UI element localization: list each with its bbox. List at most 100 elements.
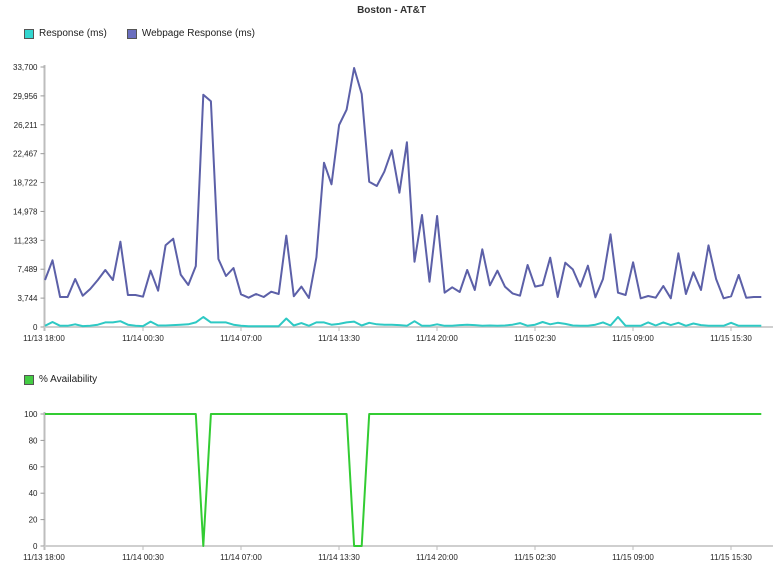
data-point xyxy=(142,413,145,416)
data-point xyxy=(360,93,363,96)
data-point xyxy=(217,321,220,324)
data-point xyxy=(669,297,672,300)
data-point xyxy=(609,324,612,327)
data-point xyxy=(119,413,122,416)
data-point xyxy=(534,323,537,326)
data-point xyxy=(632,261,635,264)
data-point xyxy=(81,294,84,297)
data-point xyxy=(745,296,748,299)
x-tick-label: 11/14 07:00 xyxy=(220,553,262,562)
data-point xyxy=(315,321,318,324)
data-point xyxy=(579,413,582,416)
data-point xyxy=(692,413,695,416)
data-point xyxy=(428,324,431,327)
data-point xyxy=(368,413,371,416)
x-tick-label: 11/13 18:00 xyxy=(23,553,65,562)
data-point xyxy=(194,265,197,268)
data-point xyxy=(639,297,642,300)
data-point xyxy=(172,324,175,327)
data-point xyxy=(752,413,755,416)
data-point xyxy=(164,413,167,416)
data-point xyxy=(398,413,401,416)
data-point xyxy=(338,124,341,127)
data-point xyxy=(134,324,137,327)
y-tick-label: 60 xyxy=(29,463,38,472)
data-point xyxy=(383,170,386,173)
data-point xyxy=(209,413,212,416)
data-point xyxy=(586,324,589,327)
data-point xyxy=(564,413,567,416)
data-point xyxy=(752,296,755,299)
x-tick-label: 11/15 09:00 xyxy=(612,553,654,562)
data-point xyxy=(126,413,129,416)
data-point xyxy=(654,413,657,416)
data-point xyxy=(405,413,408,416)
data-point xyxy=(549,256,552,259)
data-point xyxy=(51,321,54,324)
data-point xyxy=(134,294,137,297)
data-point xyxy=(669,413,672,416)
data-point xyxy=(715,413,718,416)
data-point xyxy=(602,278,605,281)
data-point xyxy=(111,279,114,282)
x-tick-label: 11/14 00:30 xyxy=(122,553,164,562)
data-point xyxy=(760,296,763,299)
data-point xyxy=(496,269,499,272)
data-point xyxy=(96,323,99,326)
data-point xyxy=(179,323,182,326)
data-point xyxy=(89,413,92,416)
data-point xyxy=(647,413,650,416)
data-point xyxy=(624,294,627,297)
data-point xyxy=(142,325,145,328)
data-point xyxy=(609,233,612,236)
data-point xyxy=(519,294,522,297)
y-tick-label: 3,744 xyxy=(17,294,38,303)
data-point xyxy=(300,285,303,288)
data-point xyxy=(526,264,529,267)
data-point xyxy=(564,322,567,325)
data-point xyxy=(134,413,137,416)
y-tick-label: 14,978 xyxy=(13,207,38,216)
data-point xyxy=(692,322,695,325)
data-point xyxy=(405,141,408,144)
data-point xyxy=(277,325,280,328)
data-point xyxy=(594,323,597,326)
data-point xyxy=(503,413,506,416)
data-point xyxy=(647,321,650,324)
data-point xyxy=(315,256,318,259)
data-point xyxy=(323,321,326,324)
data-point xyxy=(345,108,348,111)
data-point xyxy=(247,296,250,299)
data-point xyxy=(602,413,605,416)
data-point xyxy=(594,296,597,299)
response-chart: 0 3,744 7,489 11,233 14,978 18,722 22,467 26,21… xyxy=(13,63,773,343)
data-point xyxy=(149,320,152,323)
data-point xyxy=(722,324,725,327)
data-point xyxy=(126,323,129,326)
x-tick-label: 11/14 20:00 xyxy=(416,334,458,343)
data-point xyxy=(179,413,182,416)
data-point xyxy=(541,284,544,287)
data-point xyxy=(74,278,77,281)
data-point xyxy=(225,321,228,324)
data-point xyxy=(534,413,537,416)
data-point xyxy=(383,323,386,326)
x-tick-label: 11/14 00:30 xyxy=(122,334,164,343)
data-point xyxy=(51,259,54,262)
data-point xyxy=(737,274,740,277)
x-tick-label: 11/15 02:30 xyxy=(514,334,556,343)
data-point xyxy=(323,161,326,164)
data-point xyxy=(526,324,529,327)
y-tick-label: 33,700 xyxy=(13,63,38,72)
data-point xyxy=(488,324,491,327)
data-point xyxy=(511,292,514,295)
data-point xyxy=(217,413,220,416)
data-point xyxy=(194,413,197,416)
data-point xyxy=(330,323,333,326)
data-point xyxy=(624,413,627,416)
data-point xyxy=(549,323,552,326)
y-tick-label: 100 xyxy=(24,410,38,419)
data-point xyxy=(368,180,371,183)
data-point xyxy=(232,267,235,270)
data-point xyxy=(66,324,69,327)
